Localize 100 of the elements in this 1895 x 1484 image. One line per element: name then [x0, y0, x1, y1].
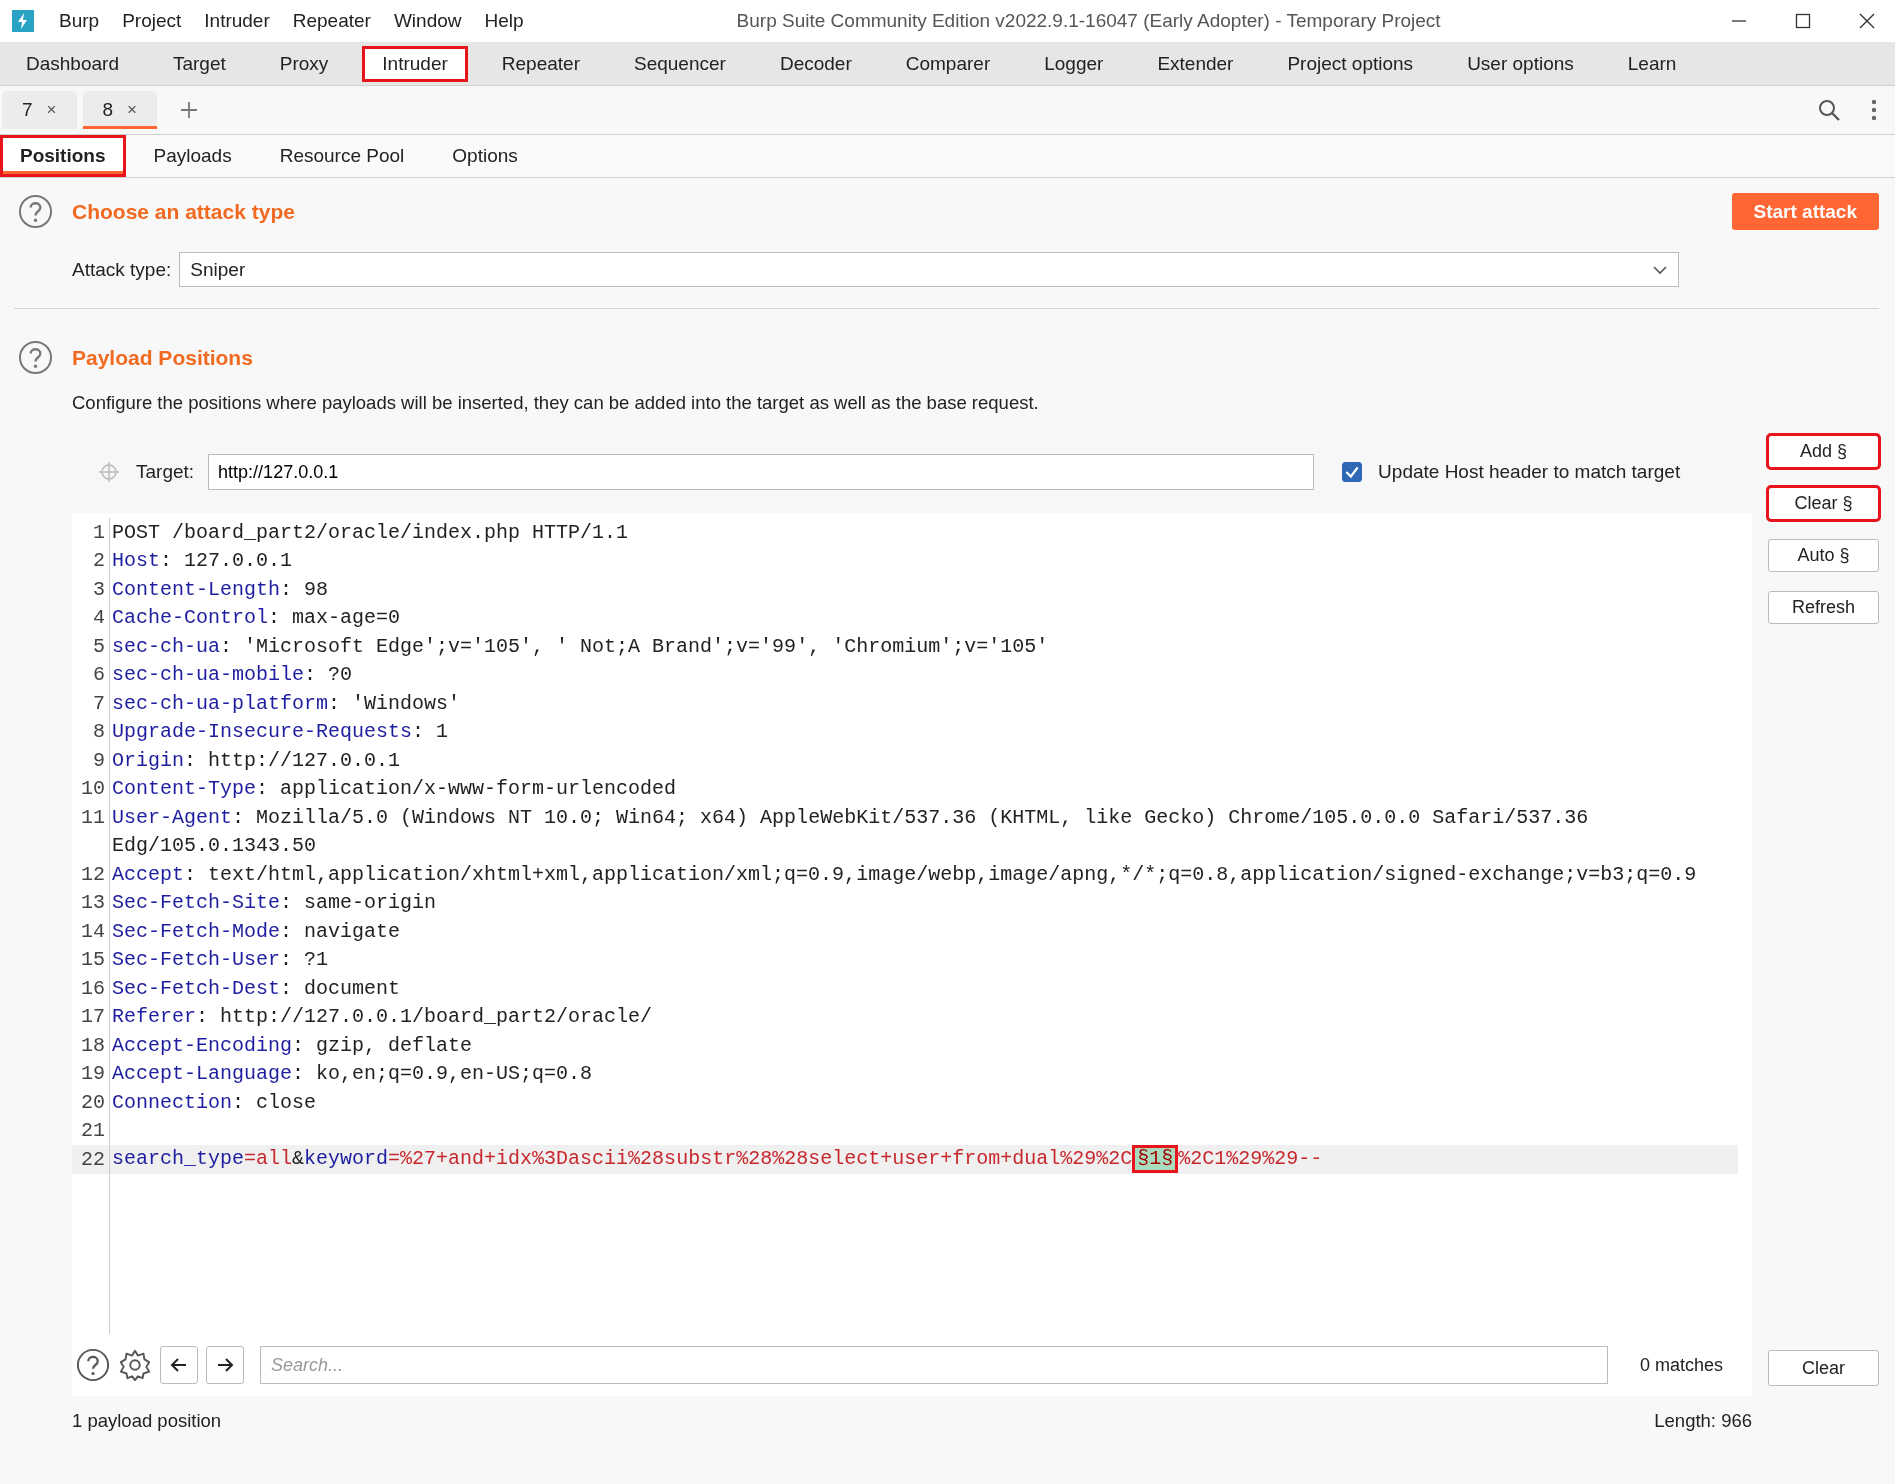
main-tab[interactable]: Learn [1607, 45, 1697, 82]
main-tab[interactable]: Logger [1024, 45, 1124, 82]
description-text: Configure the positions where payloads will be inserted, they can be added into the target as well as the base request. [72, 392, 1040, 414]
main-tab[interactable]: User options [1447, 45, 1594, 82]
help-icon[interactable] [76, 1348, 110, 1382]
more-options-icon[interactable] [1871, 99, 1877, 121]
header-name: sec-ch-ua [112, 634, 221, 658]
main-tab[interactable]: Comparer [885, 45, 1011, 82]
request-text: : gzip, deflate [292, 1033, 473, 1057]
header-name: Content-Length [112, 577, 281, 601]
line-number: 7 [72, 689, 110, 718]
header-name: Referer [112, 1005, 196, 1029]
checkbox[interactable] [1342, 462, 1363, 482]
settings-icon[interactable] [118, 1348, 152, 1382]
menu-item[interactable]: Intruder [204, 10, 270, 32]
header-name: keyword [304, 1147, 389, 1171]
header-name: Content-Type [112, 777, 257, 801]
main-tab[interactable]: Proxy [259, 45, 349, 82]
tab-label: 7 [22, 99, 33, 121]
menu-item[interactable]: Burp [59, 10, 100, 32]
section-tab[interactable]: Resource Pool [259, 135, 425, 177]
request-text: : navigate [280, 919, 401, 943]
menu-item[interactable]: Repeater [292, 10, 371, 32]
line-number: 12 [72, 860, 110, 889]
line-number: 11 [72, 803, 110, 832]
menu-item[interactable]: Help [484, 10, 524, 32]
line-number: 10 [72, 774, 110, 803]
help-icon[interactable] [18, 340, 53, 375]
line-number: 18 [72, 1031, 110, 1060]
line-number: 20 [72, 1088, 110, 1117]
section-tab[interactable]: Options [432, 135, 538, 177]
request-tab[interactable]: 8 × [82, 91, 158, 129]
menu-item[interactable]: Project [122, 10, 182, 32]
request-text: Edg/105.0.1343.50 [112, 834, 317, 858]
search-icon[interactable] [1817, 98, 1841, 122]
request-text: : Mozilla/5.0 (Windows NT 10.0; Win64; x64) AppleWebKit/537.36 (KHTML, like Gecko) Chrome/105.0.0.0 Safari/537.36 [232, 805, 1589, 829]
section-tab[interactable]: Positions [0, 135, 126, 177]
header-name: User-Agent [112, 805, 233, 829]
tab-close-button[interactable]: × [127, 100, 138, 120]
line-number: 16 [72, 974, 110, 1003]
main-tab[interactable]: Dashboard [6, 45, 139, 82]
window-title: Burp Suite Community Edition v2022.9.1-16047 (Early Adopter) - Temporary Project [736, 10, 1441, 32]
search-field[interactable]: Search... [260, 1346, 1608, 1384]
request-text: : ?1 [280, 948, 329, 972]
line-number: 5 [72, 632, 110, 661]
request-text: : text/html,application/xhtml+xml,application/xml;q=0.9,image/webp,image/apng,*/*;q=0.8,application/signed-exchange;v=b3;q=0.9 [184, 862, 1697, 886]
position-button[interactable]: Add § [1768, 435, 1879, 468]
parameter-value: =%27+and+idx%3Dascii%28substr%28%28select+user+from+dual%29%2C [388, 1147, 1133, 1171]
request-text: : 1 [412, 720, 449, 744]
line-number: 15 [72, 945, 110, 974]
header-name: sec-ch-ua-platform [112, 691, 329, 715]
header-name: Sec-Fetch-Site [112, 891, 281, 915]
target-field[interactable]: http://127.0.0.1 [208, 454, 1315, 490]
position-button[interactable]: Refresh [1768, 591, 1879, 624]
forward-button[interactable] [206, 1346, 244, 1384]
header-name: sec-ch-ua-mobile [112, 663, 305, 687]
maximize-icon[interactable] [1795, 13, 1811, 29]
header-name: Sec-Fetch-Mode [112, 919, 281, 943]
request-text: POST /board_part2/oracle/index.php HTTP/1.1 [112, 520, 629, 544]
request-text: : ?0 [304, 663, 353, 687]
menu-item[interactable]: Window [393, 10, 462, 32]
main-tab[interactable]: Repeater [481, 45, 600, 82]
request-text: : http://127.0.0.1/board_part2/oracle/ [196, 1005, 653, 1029]
payload-marker: §1§ [1132, 1145, 1179, 1174]
add-tab-icon[interactable] [179, 100, 200, 120]
line-number: 3 [72, 575, 110, 604]
request-text: : ko,en;q=0.9,en-US;q=0.8 [292, 1062, 593, 1086]
main-tab[interactable]: Intruder [362, 45, 468, 82]
header-name: Upgrade-Insecure-Requests [112, 720, 413, 744]
header-name: Accept-Encoding [112, 1033, 293, 1057]
line-number: 4 [72, 603, 110, 632]
header-name: Accept-Language [112, 1062, 293, 1086]
request-text: : 'Microsoft Edge';v='105', ' Not;A Brand';v='99', 'Chromium';v='105' [220, 634, 1049, 658]
parameter-value: %2C1%29%29-- [1178, 1147, 1323, 1171]
main-tab[interactable]: Sequencer [614, 45, 746, 82]
line-number: 19 [72, 1059, 110, 1088]
back-button[interactable] [160, 1346, 198, 1384]
clear-button[interactable]: Clear [1768, 1350, 1879, 1386]
chevron-down-icon [1652, 264, 1669, 275]
help-icon[interactable] [18, 194, 53, 229]
line-number: 13 [72, 888, 110, 917]
match-count: 0 matches [1640, 1354, 1724, 1376]
position-button[interactable]: Clear § [1768, 487, 1879, 520]
header-name: search_type [112, 1147, 245, 1171]
position-button[interactable]: Auto § [1768, 539, 1879, 572]
request-text: : 'Windows' [328, 691, 461, 715]
main-tab[interactable]: Target [152, 45, 246, 82]
section-tab[interactable]: Payloads [133, 135, 252, 177]
main-tab[interactable]: Project options [1267, 45, 1434, 82]
status-text: 1 payload position [72, 1410, 222, 1432]
main-tab[interactable]: Extender [1137, 45, 1254, 82]
tab-close-button[interactable]: × [46, 100, 57, 120]
attack-type-dropdown[interactable]: Sniper [179, 252, 1680, 287]
request-text: & [292, 1147, 305, 1171]
close-icon[interactable] [1859, 13, 1875, 29]
request-text: : max-age=0 [268, 606, 401, 630]
line-number: 14 [72, 917, 110, 946]
header-name: Origin [112, 748, 184, 772]
main-tab[interactable]: Decoder [759, 45, 872, 82]
request-tab[interactable]: 7 × [2, 91, 77, 129]
